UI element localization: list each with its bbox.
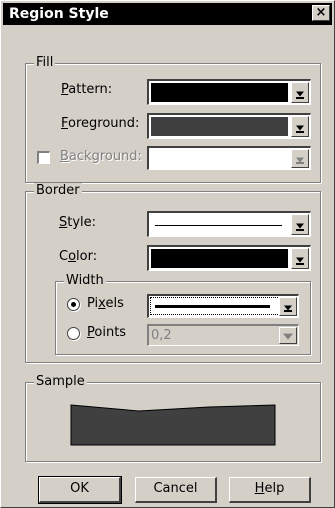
border-color-dropdown[interactable] bbox=[147, 245, 311, 271]
points-radio[interactable] bbox=[67, 327, 80, 340]
background-label: Background: bbox=[60, 149, 142, 164]
sample-preview bbox=[70, 404, 276, 446]
color-label: Color: bbox=[59, 249, 98, 264]
cancel-button[interactable]: Cancel bbox=[135, 477, 217, 503]
style-label: Style: bbox=[59, 215, 97, 230]
chevron-down-icon bbox=[296, 91, 304, 96]
background-checkbox[interactable] bbox=[37, 151, 50, 164]
background-dropdown-button[interactable] bbox=[291, 149, 309, 168]
pixels-radio[interactable] bbox=[67, 298, 80, 311]
close-icon: × bbox=[315, 5, 327, 20]
border-color-dropdown-button[interactable] bbox=[291, 248, 309, 269]
points-dropdown-button[interactable] bbox=[279, 327, 297, 344]
foreground-swatch bbox=[151, 117, 288, 136]
background-dropdown[interactable] bbox=[147, 146, 311, 170]
border-style-dropdown[interactable] bbox=[147, 211, 311, 237]
pixels-label: Pixels bbox=[87, 296, 124, 311]
border-style-preview bbox=[155, 224, 282, 226]
help-button[interactable]: Help bbox=[229, 477, 311, 503]
sample-legend: Sample bbox=[34, 374, 87, 389]
fill-legend: Fill bbox=[34, 55, 56, 70]
foreground-label: Foreground: bbox=[61, 116, 140, 131]
pattern-dropdown-button[interactable] bbox=[291, 82, 309, 103]
border-legend: Border bbox=[34, 183, 82, 198]
foreground-dropdown[interactable] bbox=[147, 113, 311, 139]
chevron-down-icon bbox=[296, 125, 304, 130]
dialog-title: Region Style bbox=[9, 6, 109, 22]
chevron-down-icon bbox=[283, 333, 293, 340]
pixel-width-dropdown-button[interactable] bbox=[279, 297, 297, 316]
border-style-dropdown-button[interactable] bbox=[291, 214, 309, 235]
background-swatch bbox=[151, 150, 288, 167]
pattern-swatch bbox=[151, 83, 288, 102]
title-bar[interactable]: Region Style × bbox=[3, 3, 332, 25]
foreground-dropdown-button[interactable] bbox=[291, 116, 309, 137]
ok-button[interactable]: OK bbox=[38, 476, 122, 504]
points-value-field[interactable]: 0,2 bbox=[147, 324, 299, 346]
sample-region-shape bbox=[70, 404, 276, 446]
pixel-width-dropdown[interactable] bbox=[147, 294, 299, 318]
pattern-label: Pattern: bbox=[61, 82, 113, 97]
chevron-down-icon bbox=[296, 257, 304, 262]
border-color-swatch bbox=[151, 249, 288, 268]
points-label: Points bbox=[87, 325, 127, 340]
region-style-dialog: Region Style × Fill Pattern: Foreground:… bbox=[0, 0, 335, 508]
close-button[interactable]: × bbox=[312, 5, 330, 21]
chevron-down-icon bbox=[296, 223, 304, 228]
width-legend: Width bbox=[64, 273, 106, 288]
pixel-width-preview bbox=[155, 304, 270, 308]
pattern-dropdown[interactable] bbox=[147, 79, 311, 105]
